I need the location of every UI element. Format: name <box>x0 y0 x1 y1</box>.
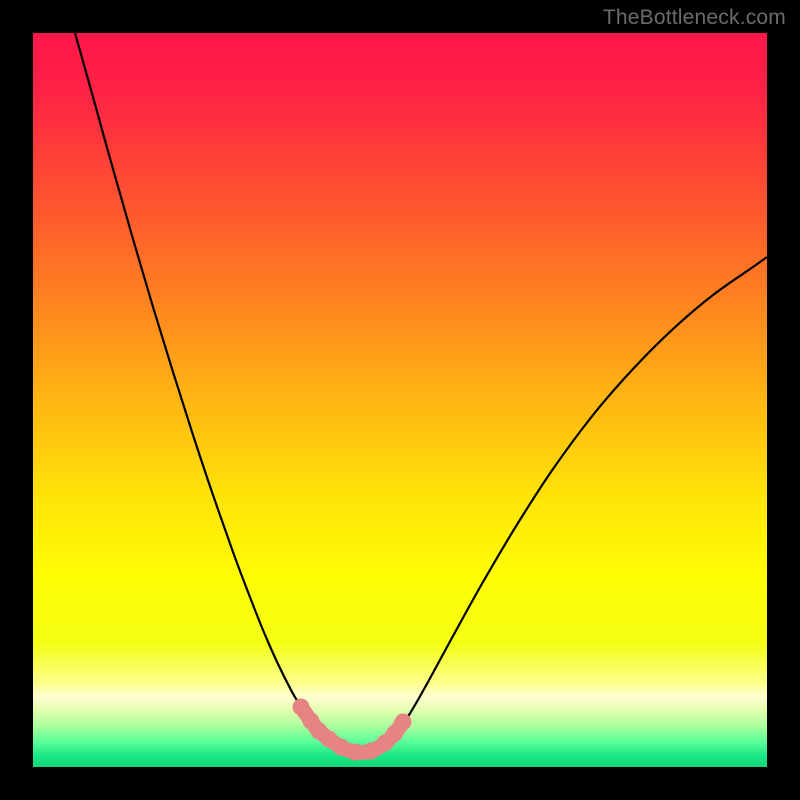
data-marker <box>347 744 364 761</box>
watermark-text: TheBottleneck.com <box>603 6 786 30</box>
data-marker <box>395 714 412 731</box>
chart-curves <box>33 33 767 767</box>
chart-frame: TheBottleneck.com <box>0 0 800 800</box>
plot-area <box>33 33 767 767</box>
left-curve <box>75 33 355 752</box>
right-curve <box>355 257 767 752</box>
data-marker <box>293 699 310 716</box>
